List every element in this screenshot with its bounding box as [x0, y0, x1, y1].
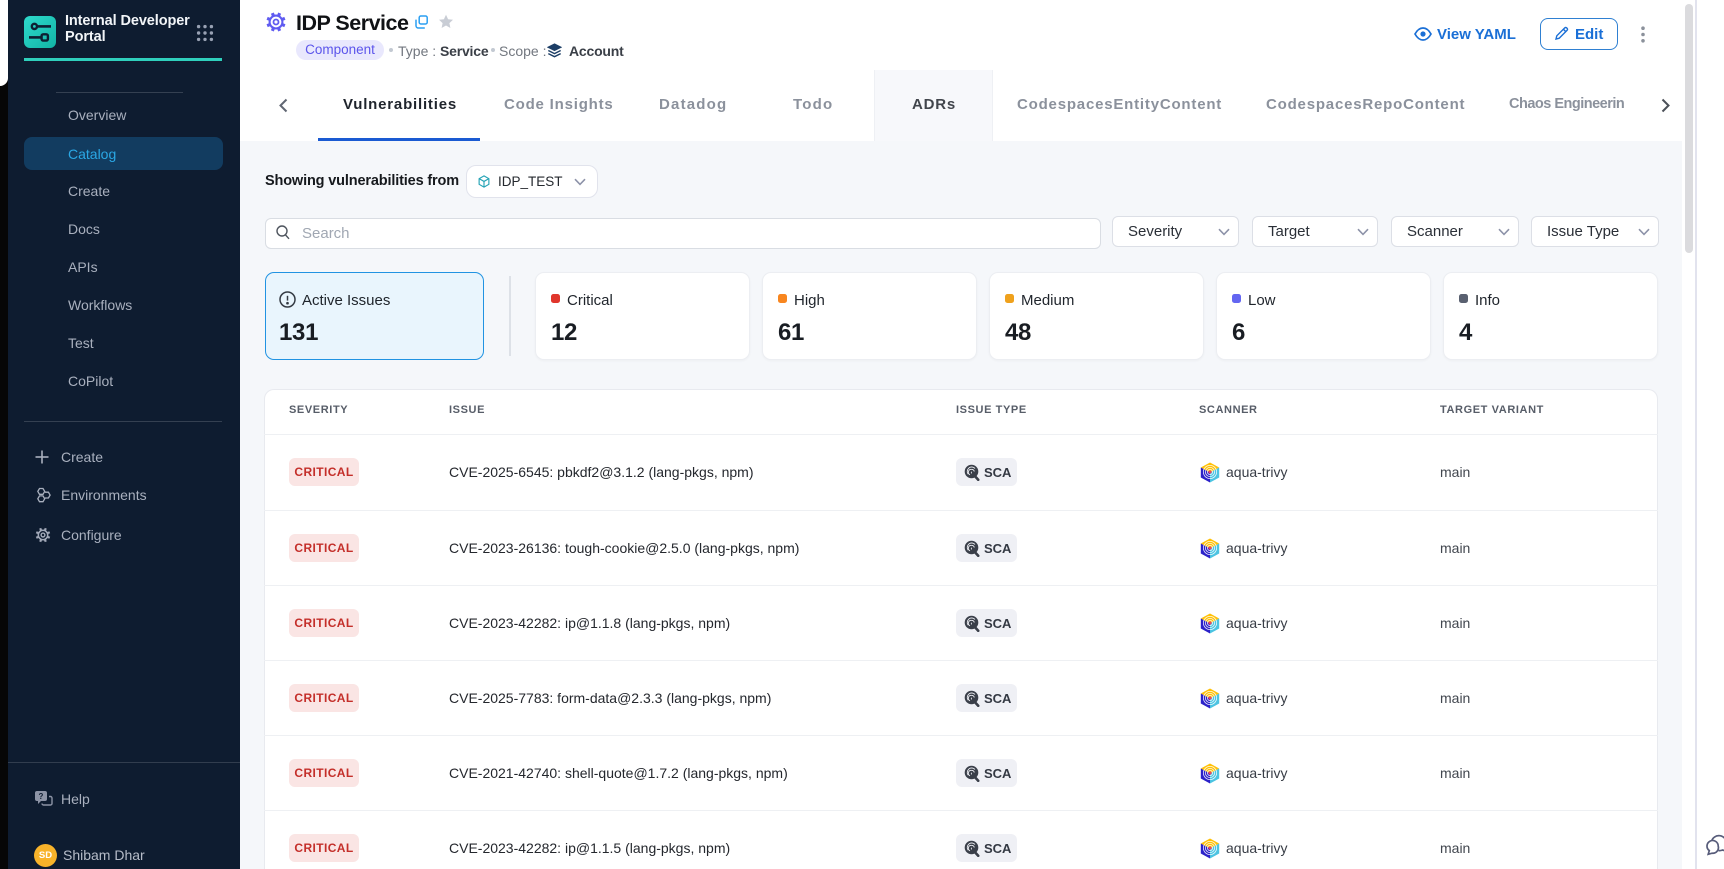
svg-text:?: ?	[39, 792, 44, 801]
